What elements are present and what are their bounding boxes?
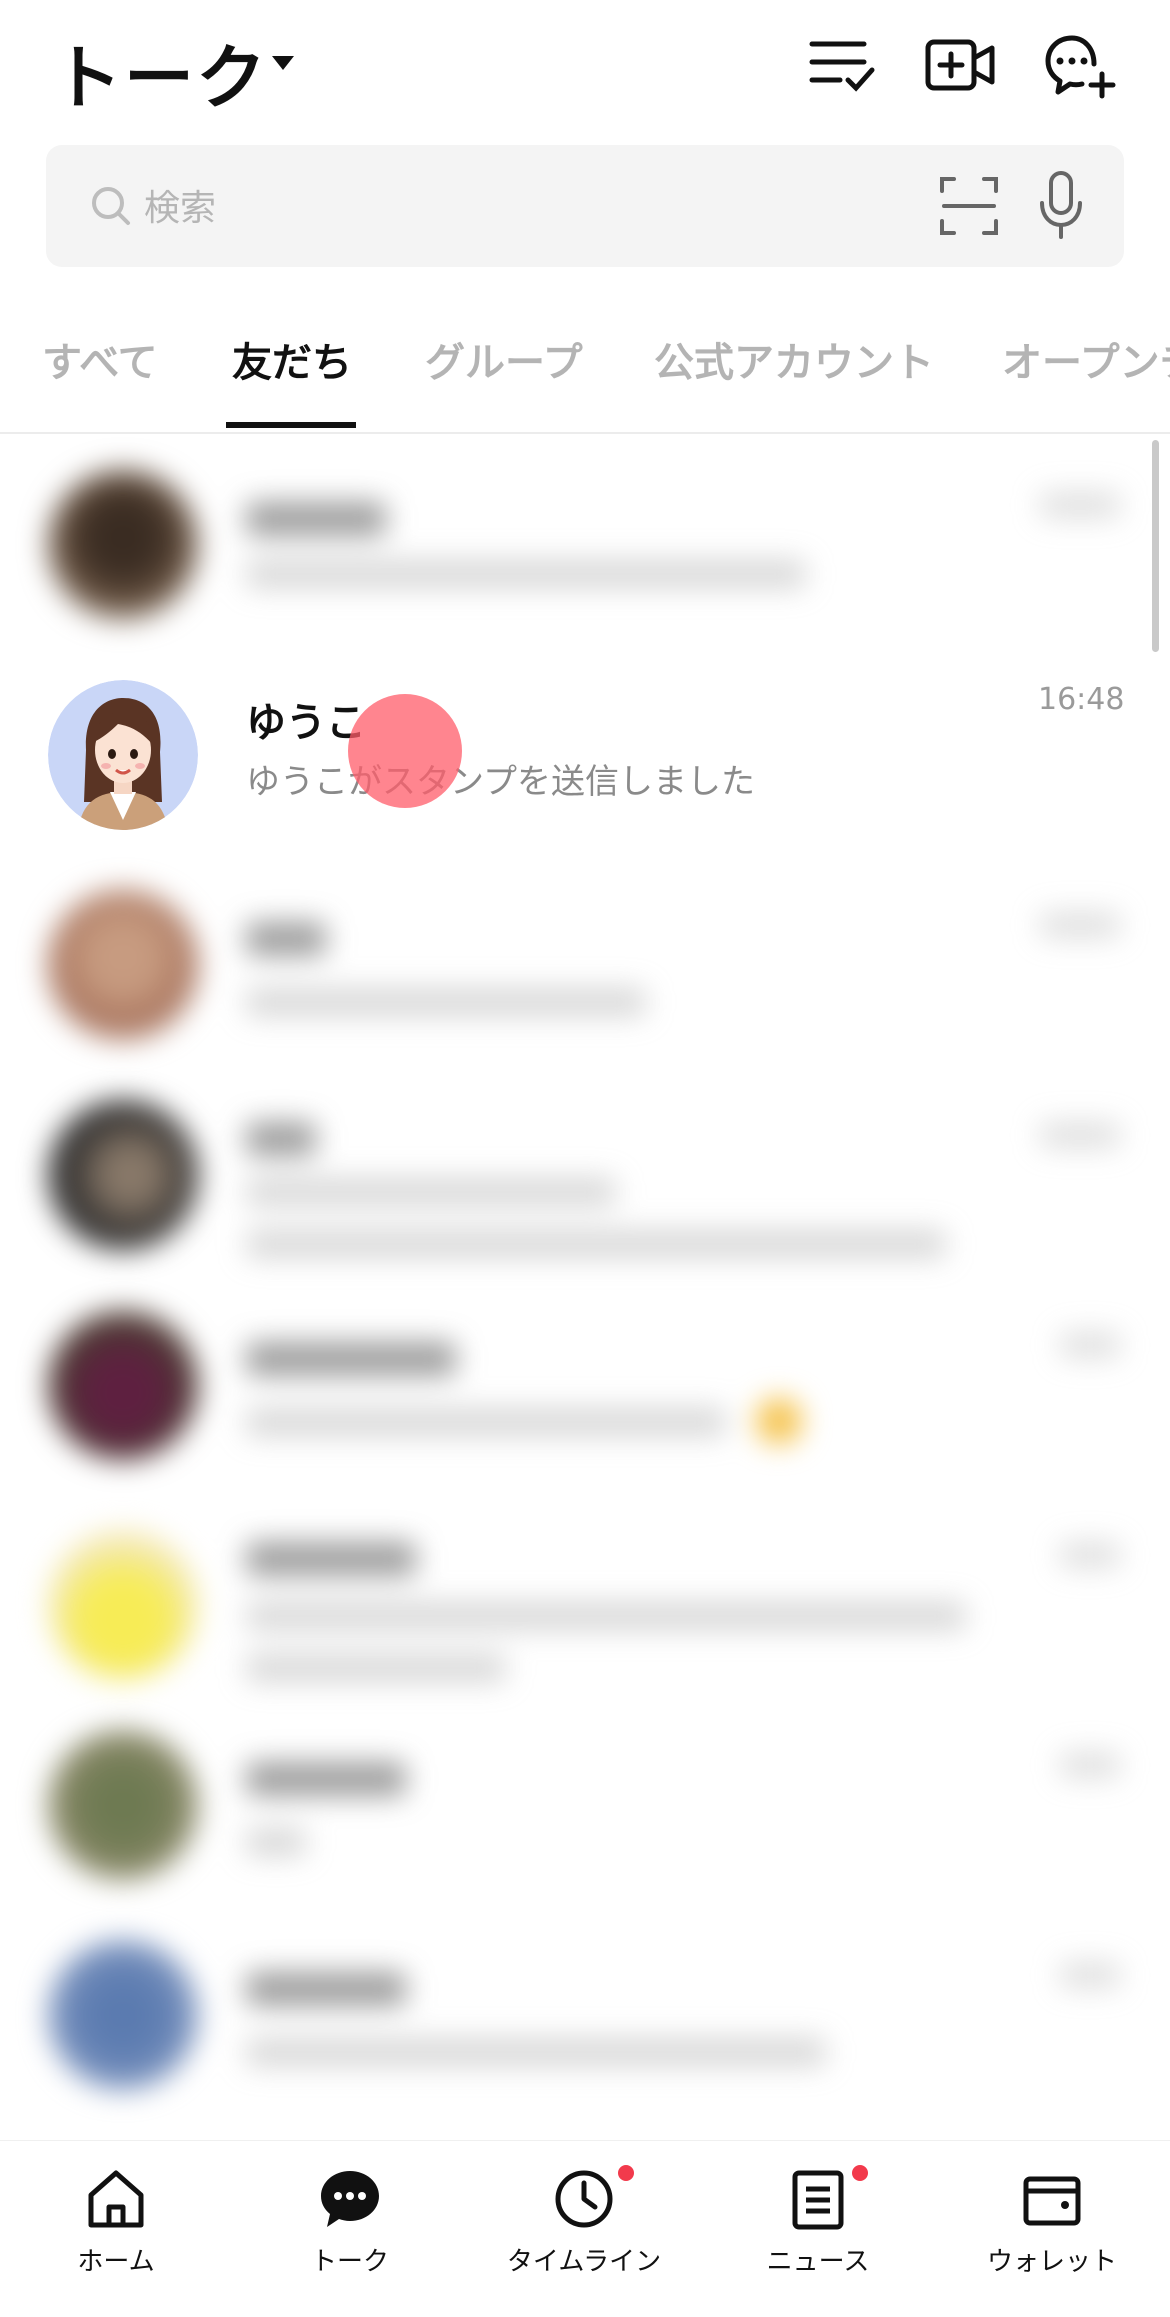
chat-message-placeholder <box>246 1178 616 1206</box>
chat-message-placeholder <box>246 1230 946 1258</box>
avatar <box>48 1940 198 2090</box>
chat-message-placeholder <box>246 560 806 588</box>
tab-bar: すべて 友だち グループ 公式アカウント オープンチ <box>0 320 1170 434</box>
avatar <box>48 680 198 830</box>
chat-message-placeholder <box>246 1602 966 1630</box>
nav-news[interactable]: ニュース <box>718 2163 918 2278</box>
active-tab-indicator <box>226 422 356 428</box>
nav-home-label: ホーム <box>77 2247 155 2277</box>
bottom-nav: ホーム トーク タイムライン ニュース ウォレット <box>0 2140 1170 2317</box>
chat-name-placeholder <box>246 922 326 956</box>
microphone-icon[interactable] <box>1034 169 1088 243</box>
chat-row-blurred[interactable] <box>0 440 1150 650</box>
chat-last-message: ゆうこがスタンプを送信しました <box>246 762 755 802</box>
nav-wallet[interactable]: ウォレット <box>952 2163 1152 2278</box>
chat-message-placeholder <box>246 2038 826 2066</box>
chat-time-placeholder <box>1040 912 1120 938</box>
avatar <box>48 1530 198 1680</box>
chat-message-placeholder <box>246 988 646 1016</box>
tab-openchat[interactable]: オープンチ <box>1002 330 1170 388</box>
chat-name-placeholder <box>246 1342 456 1376</box>
chat-name: ゆうこ <box>246 700 366 746</box>
chat-row-blurred[interactable] <box>0 1280 1150 1490</box>
nav-talk[interactable]: トーク <box>250 2163 450 2278</box>
chat-time-placeholder <box>1040 492 1120 518</box>
tab-groups[interactable]: グループ <box>425 330 583 388</box>
avatar <box>48 470 198 620</box>
avatar <box>48 1730 198 1880</box>
chat-name-placeholder <box>246 502 386 536</box>
chat-time: 16:48 <box>1038 682 1125 717</box>
chat-row-blurred[interactable] <box>0 1710 1150 1920</box>
timeline-badge <box>618 2165 634 2181</box>
nav-news-label: ニュース <box>766 2247 870 2277</box>
chat-time-placeholder <box>1060 1962 1120 1988</box>
edit-list-icon[interactable] <box>804 28 880 104</box>
chat-message-placeholder <box>246 1654 506 1682</box>
nav-talk-label: トーク <box>310 2247 389 2277</box>
search-input[interactable]: 検索 <box>144 179 216 231</box>
search-bar[interactable]: 検索 <box>46 145 1124 267</box>
chat-name-placeholder <box>246 1972 406 2006</box>
chat-time-placeholder <box>1040 1122 1120 1148</box>
nav-timeline-label: タイムライン <box>506 2247 662 2277</box>
nav-home[interactable]: ホーム <box>16 2163 216 2278</box>
emoji-placeholder <box>756 1398 802 1444</box>
video-call-plus-icon[interactable] <box>922 28 998 104</box>
news-badge <box>852 2165 868 2181</box>
avatar <box>48 1310 198 1460</box>
chat-name-placeholder <box>246 1762 406 1796</box>
chat-time-placeholder <box>1060 1332 1120 1358</box>
chat-time-placeholder <box>1060 1542 1120 1568</box>
chat-message-placeholder <box>246 1408 726 1436</box>
tab-official-accounts[interactable]: 公式アカウント <box>654 330 934 388</box>
clock-icon <box>555 2170 613 2228</box>
touch-indicator <box>348 694 462 808</box>
nav-wallet-label: ウォレット <box>986 2247 1117 2277</box>
chat-row-blurred[interactable] <box>0 860 1150 1070</box>
wallet-icon <box>1023 2176 1081 2226</box>
tab-friends[interactable]: 友だち <box>232 330 352 388</box>
app-header: トーク <box>0 0 1170 140</box>
news-icon <box>792 2170 844 2230</box>
avatar <box>48 890 198 1040</box>
nav-timeline[interactable]: タイムライン <box>484 2163 684 2278</box>
chat-row[interactable]: ゆうこ ゆうこがスタンプを送信しました 16:48 <box>0 650 1150 860</box>
qr-scan-icon[interactable] <box>938 175 1000 237</box>
search-icon <box>92 187 130 225</box>
chat-row-blurred[interactable] <box>0 1070 1150 1280</box>
chat-row-blurred[interactable] <box>0 1920 1150 2120</box>
avatar <box>48 1100 198 1250</box>
scrollbar[interactable] <box>1152 440 1159 652</box>
chat-name-placeholder <box>246 1122 316 1156</box>
tab-all[interactable]: すべて <box>42 330 158 388</box>
chat-name-placeholder <box>246 1542 416 1576</box>
home-icon <box>88 2170 144 2228</box>
chat-time-placeholder <box>1060 1752 1120 1778</box>
page-title[interactable]: トーク <box>52 22 268 123</box>
chat-bubble-icon <box>321 2171 379 2227</box>
chat-row-blurred[interactable] <box>0 1490 1150 1710</box>
chat-message-placeholder <box>246 1828 306 1856</box>
new-chat-icon[interactable] <box>1042 28 1118 104</box>
chevron-down-icon[interactable] <box>272 56 294 70</box>
